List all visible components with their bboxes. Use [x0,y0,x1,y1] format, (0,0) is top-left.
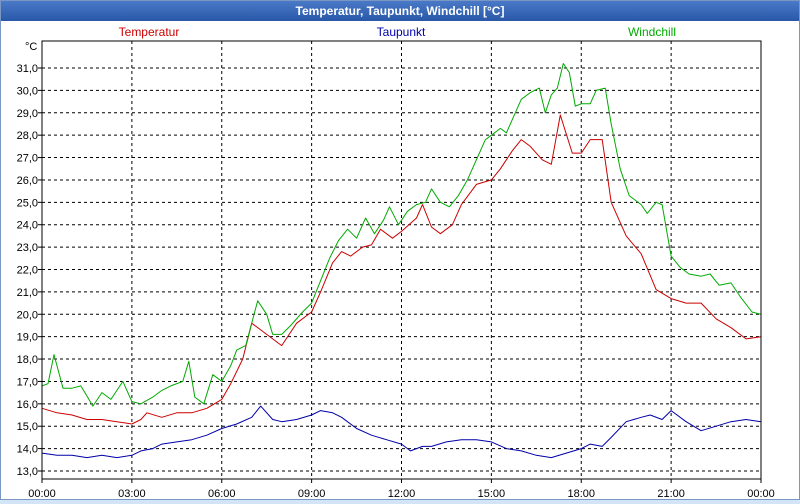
y-tick-label: 22,0 [17,265,38,277]
series-lines [41,63,762,459]
legend-taupunkt: Taupunkt [377,25,426,39]
y-axis-ticks: 13,0 14,0 15,0 16,0 17,0 18,0 19,0 20,0 21,0 22,0… [17,63,42,478]
x-tick-time: 18:00 [567,488,595,499]
y-tick-label: 28,0 [17,130,38,142]
chart-area: Temperatur Taupunkt Windchill °C 13,0 14,… [1,21,799,500]
x-tick-time: 21:00 [657,488,685,499]
y-tick-label: 16,0 [17,399,38,411]
x-tick-time: 03:00 [118,488,146,499]
y-tick-label: 31,0 [17,63,38,75]
y-tick-label: 14,0 [17,444,38,456]
y-tick-label: 29,0 [17,108,38,120]
x-tick-time: 00:00 [28,488,56,499]
y-tick-label: 18,0 [17,354,38,366]
y-tick-label: 24,0 [17,220,38,232]
x-axis-ticks: 00:0007.06.1103:0007.06.1106:0007.06.110… [28,479,775,500]
y-tick-label: 17,0 [17,376,38,388]
y-tick-label: 23,0 [17,242,38,254]
x-tick-time: 00:00 [747,488,775,499]
x-tick-time: 12:00 [388,488,416,499]
y-tick-label: 13,0 [17,466,38,478]
y-tick-label: 26,0 [17,175,38,187]
y-tick-label: 21,0 [17,287,38,299]
legend-windchill: Windchill [628,25,676,39]
window-title: Temperatur, Taupunkt, Windchill [°C] [1,1,799,21]
y-axis-unit: °C [25,41,37,53]
chart-window: Temperatur, Taupunkt, Windchill [°C] Tem… [0,0,800,500]
y-tick-label: 19,0 [17,332,38,344]
temperature-chart: Temperatur Taupunkt Windchill °C 13,0 14,… [17,25,775,500]
y-tick-label: 30,0 [17,85,38,97]
x-tick-time: 09:00 [298,488,326,499]
legend-temperatur: Temperatur [119,25,180,39]
y-tick-label: 15,0 [17,421,38,433]
x-tick-time: 06:00 [208,488,236,499]
y-tick-label: 27,0 [17,153,38,165]
y-tick-label: 20,0 [17,309,38,321]
legend: Temperatur Taupunkt Windchill [119,25,676,39]
y-tick-label: 25,0 [17,197,38,209]
x-tick-time: 15:00 [478,488,506,499]
